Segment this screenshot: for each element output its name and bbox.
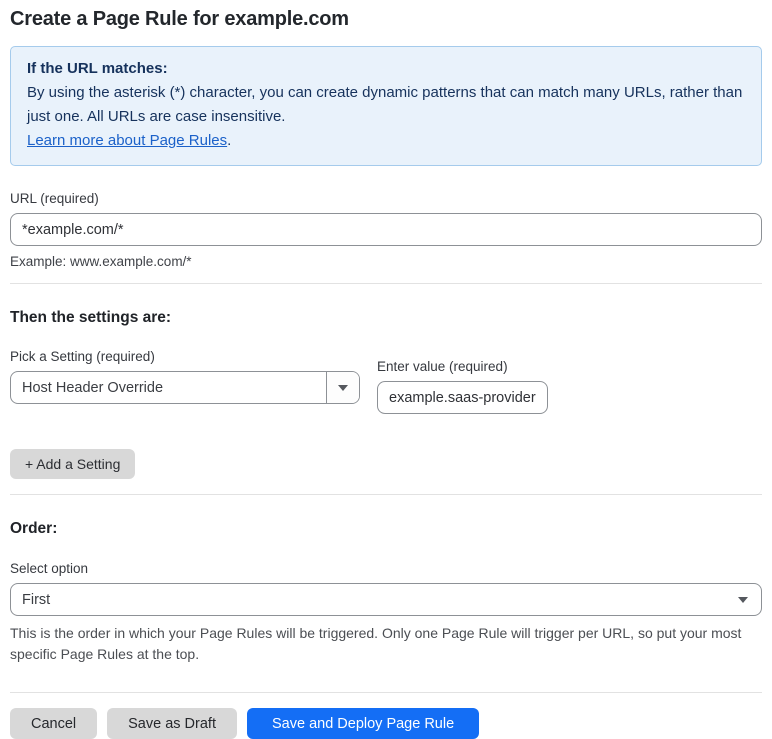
learn-more-link[interactable]: Learn more about Page Rules	[27, 132, 227, 149]
url-input[interactable]	[10, 213, 762, 246]
page-title: Create a Page Rule for example.com	[10, 8, 349, 30]
divider	[10, 494, 762, 495]
order-select-label: Select option	[10, 561, 89, 576]
link-period: .	[227, 132, 232, 149]
cancel-button[interactable]: Cancel	[10, 708, 98, 739]
divider	[10, 692, 762, 693]
pick-setting-select[interactable]: Host Header Override	[10, 371, 360, 404]
save-and-deploy-button[interactable]: Save and Deploy Page Rule	[246, 708, 480, 739]
add-setting-button[interactable]: + Add a Setting	[10, 449, 136, 479]
pick-setting-dropdown-button[interactable]	[326, 372, 359, 403]
settings-section-heading: Then the settings are:	[10, 309, 172, 326]
create-page-rule-form: Create a Page Rule for example.com If th…	[0, 0, 772, 739]
order-section-heading: Order:	[10, 520, 58, 537]
footer-actions: Cancel Save as Draft Save and Deploy Pag…	[10, 708, 762, 739]
pick-setting-label: Pick a Setting (required)	[10, 349, 155, 364]
pick-setting-column: Pick a Setting (required) Host Header Ov…	[10, 349, 360, 404]
save-as-draft-button[interactable]: Save as Draft	[107, 708, 237, 739]
divider	[10, 283, 762, 284]
settings-row: Pick a Setting (required) Host Header Ov…	[10, 349, 762, 414]
url-example-text: Example: www.example.com/*	[10, 254, 192, 269]
chevron-down-icon	[738, 596, 748, 603]
order-selected-value: First	[22, 591, 51, 608]
info-box-link-line: Learn more about Page Rules.	[27, 129, 745, 153]
order-select[interactable]: First	[10, 583, 762, 616]
info-box-heading: If the URL matches:	[27, 60, 168, 77]
chevron-down-icon	[338, 384, 348, 391]
order-dropdown-arrow	[738, 584, 761, 615]
enter-value-label: Enter value (required)	[377, 359, 508, 374]
pick-setting-selected-value: Host Header Override	[22, 379, 164, 396]
enter-value-column: Enter value (required)	[377, 349, 548, 414]
info-box-body: By using the asterisk (*) character, you…	[27, 84, 743, 125]
url-match-info-box: If the URL matches: By using the asteris…	[10, 46, 762, 166]
setting-value-input[interactable]	[377, 381, 548, 414]
order-help-text: This is the order in which your Page Rul…	[10, 625, 742, 662]
url-field-label: URL (required)	[10, 191, 99, 206]
